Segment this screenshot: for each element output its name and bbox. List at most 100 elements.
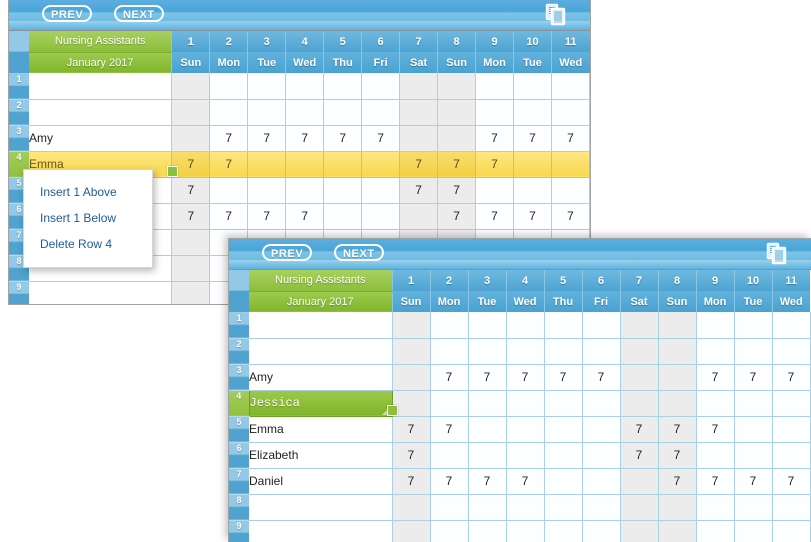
shift-cell[interactable]: 7	[468, 364, 507, 391]
shift-cell[interactable]	[582, 442, 621, 469]
shift-cell[interactable]	[734, 312, 773, 339]
employee-name-cell[interactable]: Amy	[249, 364, 393, 391]
shift-cell[interactable]: 7	[399, 151, 439, 178]
shift-cell[interactable]	[323, 177, 363, 204]
shift-cell[interactable]	[506, 338, 545, 365]
shift-cell[interactable]	[544, 442, 583, 469]
shift-cell[interactable]: 7	[734, 468, 773, 495]
shift-cell[interactable]	[430, 494, 469, 521]
shift-cell[interactable]	[209, 99, 249, 126]
shift-cell[interactable]	[361, 73, 401, 100]
shift-cell[interactable]	[285, 99, 325, 126]
shift-cell[interactable]: 7	[209, 125, 249, 152]
shift-cell[interactable]	[658, 520, 697, 542]
menu-item-delete-row[interactable]: Delete Row 4	[24, 231, 152, 257]
shift-cell[interactable]	[696, 494, 735, 521]
shift-cell[interactable]: 7	[399, 177, 439, 204]
shift-cell[interactable]	[551, 99, 590, 126]
shift-cell[interactable]	[323, 151, 363, 178]
shift-cell[interactable]	[171, 255, 211, 282]
shift-cell[interactable]: 7	[171, 177, 211, 204]
shift-cell[interactable]	[772, 494, 811, 521]
shift-cell[interactable]	[430, 338, 469, 365]
shift-cell[interactable]: 7	[437, 177, 477, 204]
shift-cell[interactable]	[506, 494, 545, 521]
shift-cell[interactable]: 7	[475, 125, 514, 152]
shift-cell[interactable]	[171, 73, 211, 100]
shift-cell[interactable]	[247, 177, 287, 204]
shift-cell[interactable]	[285, 151, 325, 178]
shift-cell[interactable]	[361, 151, 401, 178]
shift-cell[interactable]	[323, 99, 363, 126]
shift-cell[interactable]	[544, 494, 583, 521]
shift-cell[interactable]	[399, 125, 439, 152]
next-button[interactable]: NEXT	[114, 5, 164, 22]
copy-documents-icon-two[interactable]	[765, 242, 789, 266]
shift-cell[interactable]	[582, 494, 621, 521]
shift-cell[interactable]	[247, 73, 287, 100]
copy-documents-icon[interactable]	[544, 3, 568, 27]
shift-cell[interactable]	[171, 229, 211, 256]
shift-cell[interactable]	[696, 520, 735, 542]
shift-cell[interactable]	[582, 312, 621, 339]
shift-cell[interactable]	[734, 416, 773, 443]
selection-drag-handle[interactable]	[167, 166, 178, 177]
shift-cell[interactable]	[620, 520, 659, 542]
shift-cell[interactable]	[392, 338, 431, 365]
shift-cell[interactable]	[513, 151, 552, 178]
shift-cell[interactable]	[772, 442, 811, 469]
shift-cell[interactable]: 7	[620, 416, 659, 443]
shift-cell[interactable]	[620, 390, 659, 417]
shift-cell[interactable]	[620, 312, 659, 339]
shift-cell[interactable]	[399, 203, 439, 230]
shift-cell[interactable]: 7	[209, 151, 249, 178]
shift-cell[interactable]	[430, 442, 469, 469]
shift-cell[interactable]	[392, 494, 431, 521]
shift-cell[interactable]: 7	[392, 416, 431, 443]
shift-cell[interactable]	[247, 99, 287, 126]
empty-name-cell[interactable]	[249, 520, 393, 542]
shift-cell[interactable]	[361, 99, 401, 126]
shift-cell[interactable]	[772, 416, 811, 443]
shift-cell[interactable]	[468, 390, 507, 417]
shift-cell[interactable]: 7	[437, 203, 477, 230]
shift-cell[interactable]	[772, 338, 811, 365]
shift-cell[interactable]	[772, 520, 811, 542]
shift-cell[interactable]	[437, 125, 477, 152]
shift-cell[interactable]: 7	[506, 468, 545, 495]
shift-cell[interactable]: 7	[437, 151, 477, 178]
shift-cell[interactable]	[734, 494, 773, 521]
shift-cell[interactable]	[285, 177, 325, 204]
shift-cell[interactable]	[551, 151, 590, 178]
shift-cell[interactable]	[513, 73, 552, 100]
row-context-menu[interactable]: Insert 1 Above Insert 1 Below Delete Row…	[23, 169, 153, 268]
shift-cell[interactable]	[582, 520, 621, 542]
shift-cell[interactable]: 7	[506, 364, 545, 391]
shift-cell[interactable]: 7	[513, 203, 552, 230]
shift-cell[interactable]	[734, 338, 773, 365]
shift-cell[interactable]	[468, 442, 507, 469]
row-number-header[interactable]: 1	[9, 73, 29, 100]
shift-cell[interactable]: 7	[772, 364, 811, 391]
shift-cell[interactable]	[506, 520, 545, 542]
shift-cell[interactable]	[734, 390, 773, 417]
shift-cell[interactable]	[430, 520, 469, 542]
shift-cell[interactable]: 7	[392, 442, 431, 469]
shift-cell[interactable]	[171, 99, 211, 126]
shift-cell[interactable]: 7	[285, 203, 325, 230]
shift-cell[interactable]	[582, 468, 621, 495]
row-number-header[interactable]: 8	[229, 494, 249, 521]
shift-cell[interactable]: 7	[430, 416, 469, 443]
row-number-header[interactable]: 7	[229, 468, 249, 495]
shift-cell[interactable]	[361, 203, 401, 230]
row-number-header[interactable]: 1	[229, 312, 249, 339]
row-number-header[interactable]: 9	[229, 520, 249, 542]
row-number-header[interactable]: 3	[229, 364, 249, 391]
empty-name-cell[interactable]	[28, 281, 173, 304]
shift-cell[interactable]	[437, 73, 477, 100]
shift-cell[interactable]: 7	[658, 416, 697, 443]
shift-cell[interactable]	[430, 390, 469, 417]
shift-cell[interactable]	[620, 338, 659, 365]
row-number-header[interactable]: 9	[9, 281, 29, 304]
shift-cell[interactable]	[582, 390, 621, 417]
